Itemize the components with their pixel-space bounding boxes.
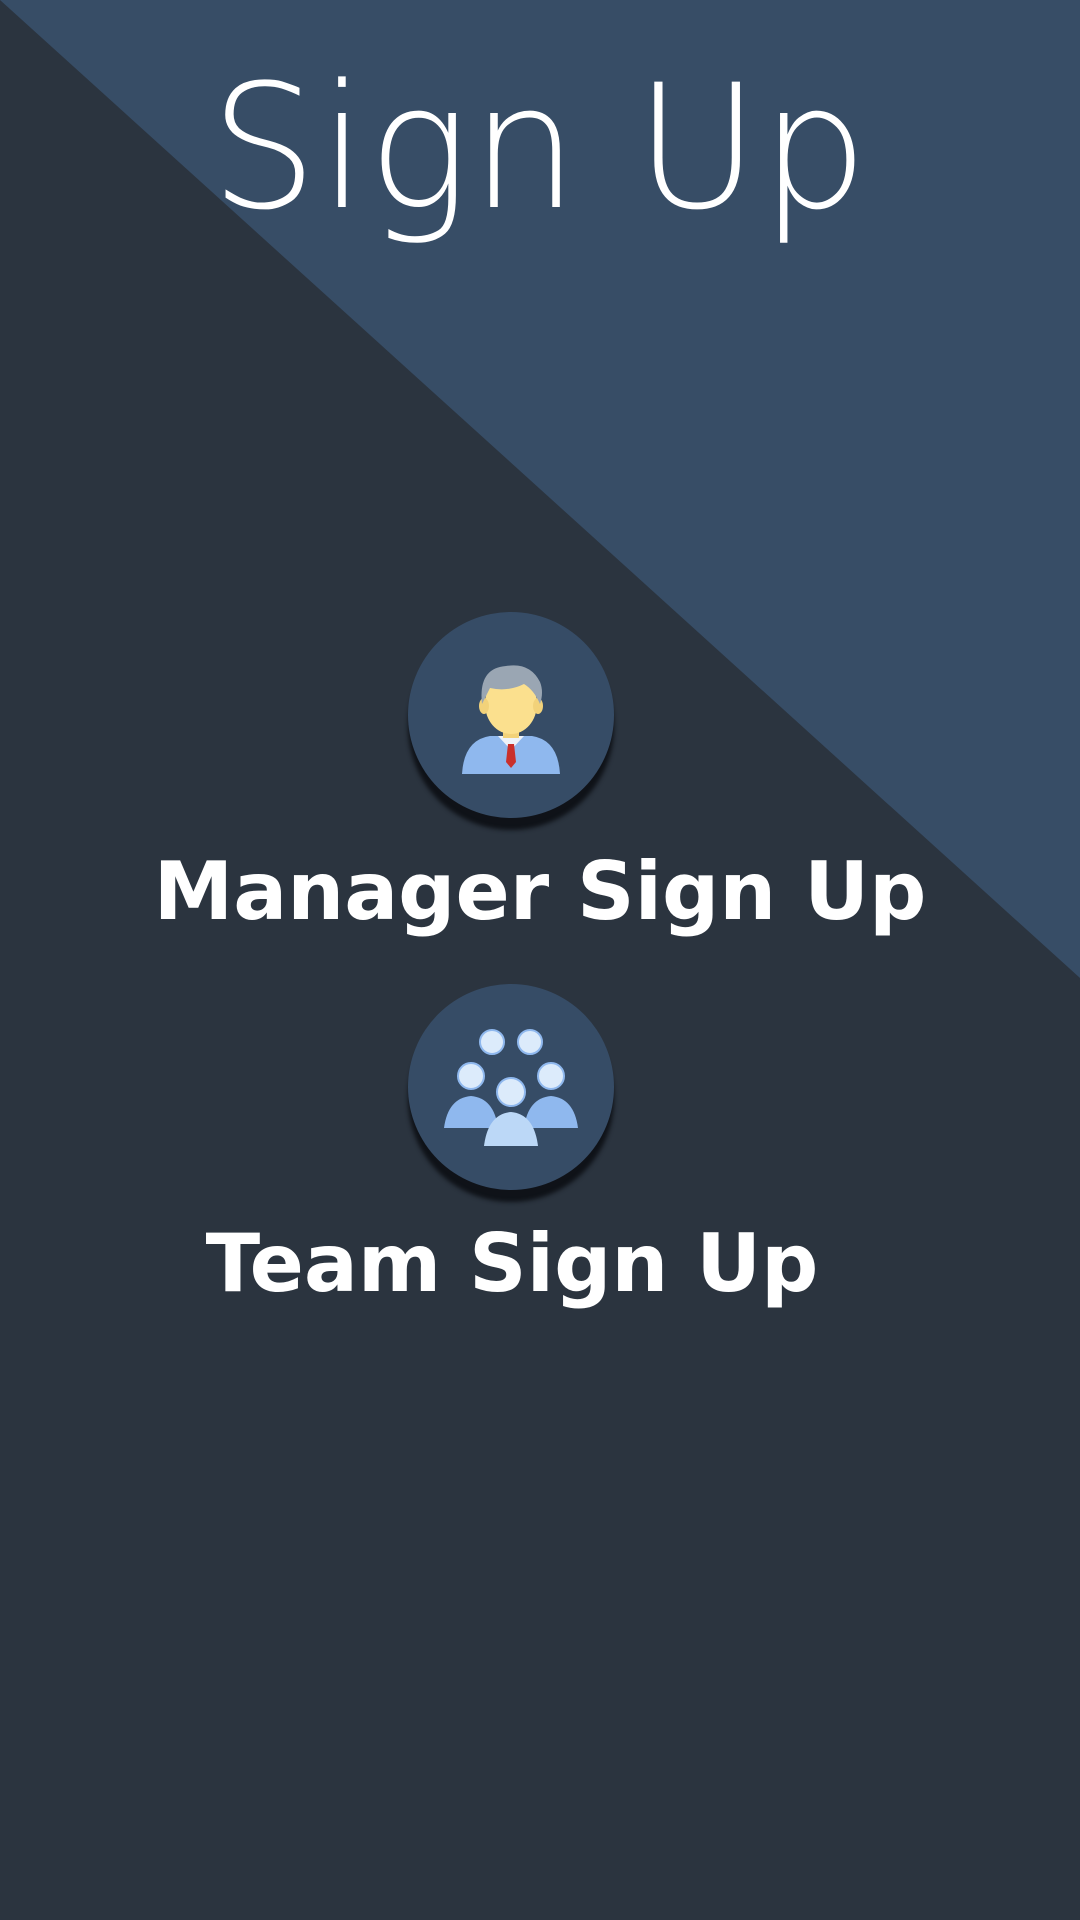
team-icon — [444, 1029, 578, 1146]
team-signup-label[interactable]: Team Sign Up — [0, 1224, 1052, 1304]
manager-signup-label[interactable]: Manager Sign Up — [0, 852, 1080, 932]
background-diagonal — [0, 0, 1080, 978]
page-title: Sign Up — [210, 47, 870, 248]
team-signup-button[interactable] — [408, 984, 614, 1190]
manager-icon — [462, 665, 560, 774]
manager-signup-button[interactable] — [408, 612, 614, 818]
